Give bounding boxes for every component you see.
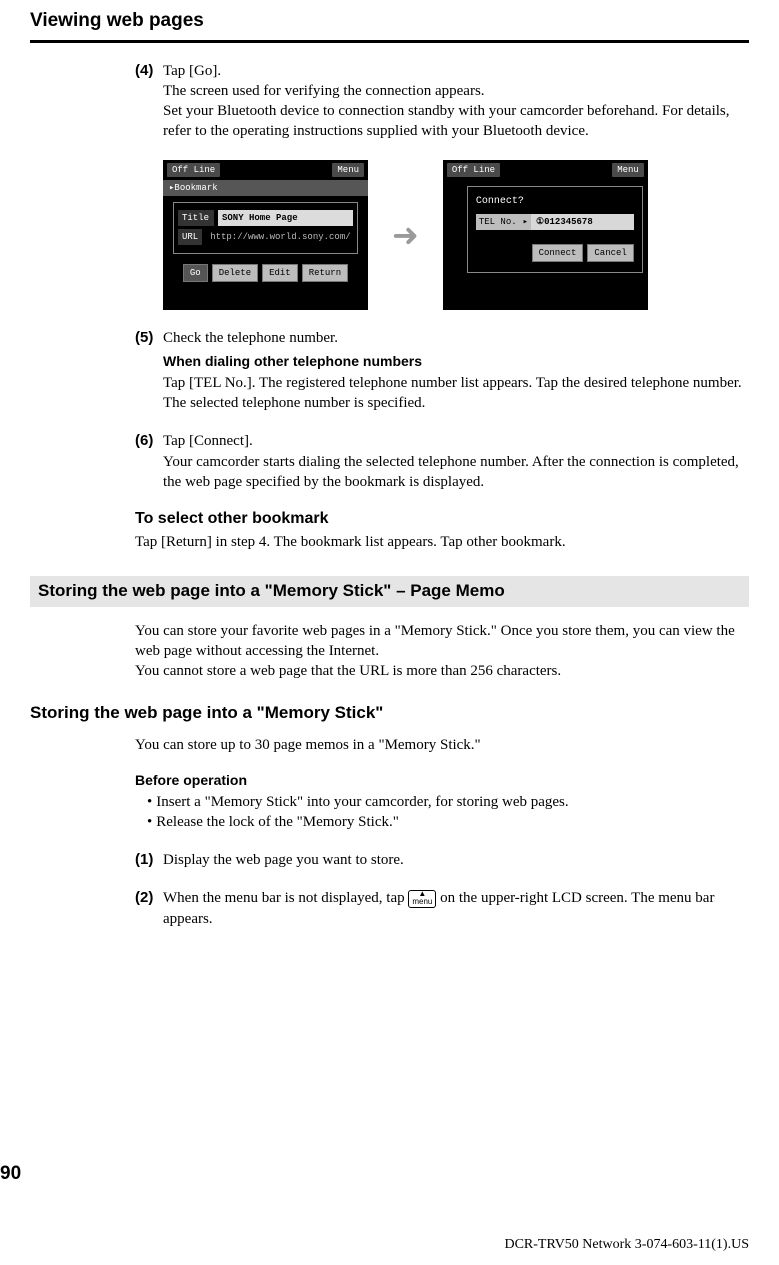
intro-line2: You cannot store a web page that the URL… <box>135 663 561 679</box>
title-value: SONY Home Page <box>218 210 353 226</box>
bookmark-buttons: Go Delete Edit Return <box>163 264 368 282</box>
page-number: 90 <box>0 1161 21 1187</box>
body: (4) Tap [Go]. The screen used for verify… <box>135 61 749 552</box>
step5-line2: Tap [TEL No.]. The registered telephone … <box>163 375 742 411</box>
url-label: URL <box>178 229 202 245</box>
section-intro: You can store your favorite web pages in… <box>135 621 749 682</box>
step6-line1: Tap [Connect]. <box>163 433 253 449</box>
limit-text: You can store up to 30 page memos in a "… <box>135 735 749 755</box>
step-5: (5) Check the telephone number. When dia… <box>135 328 749 414</box>
select-other-text: Tap [Return] in step 4. The bookmark lis… <box>135 532 749 552</box>
edit-button: Edit <box>262 264 298 282</box>
lcd-connect-screen: Off Line Menu Connect? TEL No. ▸ ①012345… <box>443 160 648 310</box>
bookmark-header: ▸Bookmark <box>163 180 368 196</box>
step6-line2: Your camcorder starts dialing the select… <box>163 454 739 490</box>
title-label: Title <box>178 210 214 226</box>
step-num-5: (5) <box>135 328 163 414</box>
page: Viewing web pages (4) Tap [Go]. The scre… <box>0 0 779 1265</box>
connect-button: Connect <box>532 244 584 262</box>
step-num-b2: (2) <box>135 888 163 929</box>
title-row: Title SONY Home Page <box>178 210 353 226</box>
intro-line1: You can store your favorite web pages in… <box>135 623 735 659</box>
storing-subhead: Storing the web page into a "Memory Stic… <box>30 702 749 725</box>
before-op-heading: Before operation <box>135 771 749 790</box>
step-num-6: (6) <box>135 431 163 492</box>
url-row: URL http://www.world.sony.com/ <box>178 229 353 245</box>
bullet-1: Insert a "Memory Stick" into your camcor… <box>147 792 749 812</box>
chapter-title: Viewing web pages <box>30 8 749 34</box>
lcd-bookmark-screen: Off Line Menu ▸Bookmark Title SONY Home … <box>163 160 368 310</box>
status-offline: Off Line <box>167 163 220 177</box>
bookmark-box: Title SONY Home Page URL http://www.worl… <box>173 202 358 254</box>
delete-button: Delete <box>212 264 258 282</box>
lcd-figures: Off Line Menu ▸Bookmark Title SONY Home … <box>163 160 749 310</box>
step-b1-text: Display the web page you want to store. <box>163 850 749 870</box>
arrow-right-icon: ➜ <box>392 219 419 251</box>
tel-label: TEL No. <box>476 214 520 230</box>
go-button: Go <box>183 264 208 282</box>
step4-line3: Set your Bluetooth device to connection … <box>163 103 730 139</box>
menu-chip-2: Menu <box>612 163 644 177</box>
step5-line1: Check the telephone number. <box>163 330 338 346</box>
menu-chip: Menu <box>332 163 364 177</box>
section-bar-page-memo: Storing the web page into a "Memory Stic… <box>30 576 749 607</box>
step-5-text: Check the telephone number. When dialing… <box>163 328 749 414</box>
step-4: (4) Tap [Go]. The screen used for verify… <box>135 61 749 142</box>
title-rule <box>30 40 749 43</box>
tel-value: ①012345678 <box>531 214 634 230</box>
storing-body: You can store up to 30 page memos in a "… <box>135 735 749 929</box>
url-value: http://www.world.sony.com/ <box>206 229 354 245</box>
tel-row: TEL No. ▸ ①012345678 <box>476 214 634 230</box>
step-num-b1: (1) <box>135 850 163 870</box>
connect-q: Connect? <box>476 195 634 209</box>
status-offline-2: Off Line <box>447 163 500 177</box>
footer: DCR-TRV50 Network 3-074-603-11(1).US <box>504 1236 749 1255</box>
step5-subhead: When dialing other telephone numbers <box>163 352 749 371</box>
return-button: Return <box>302 264 348 282</box>
select-other-heading: To select other bookmark <box>135 508 749 530</box>
step-b2-text-a: When the menu bar is not displayed, tap <box>163 890 408 906</box>
step-b2: (2) When the menu bar is not displayed, … <box>135 888 749 929</box>
step-num-4: (4) <box>135 61 163 142</box>
menu-chip-icon: ▲ menu <box>408 890 436 908</box>
step4-line2: The screen used for verifying the connec… <box>163 83 485 99</box>
dialog-buttons: Connect Cancel <box>476 244 634 262</box>
cancel-button: Cancel <box>587 244 633 262</box>
before-op-list: Insert a "Memory Stick" into your camcor… <box>135 792 749 833</box>
step-6: (6) Tap [Connect]. Your camcorder starts… <box>135 431 749 492</box>
step-b1: (1) Display the web page you want to sto… <box>135 850 749 870</box>
step4-line1: Tap [Go]. <box>163 63 221 79</box>
menu-chip-label: menu <box>412 897 432 906</box>
bullet-2: Release the lock of the "Memory Stick." <box>147 812 749 832</box>
tel-arrow-icon: ▸ <box>520 214 531 230</box>
step-4-text: Tap [Go]. The screen used for verifying … <box>163 61 749 142</box>
lcd2-top-bar: Off Line Menu <box>443 160 648 180</box>
step-b2-text: When the menu bar is not displayed, tap … <box>163 888 749 929</box>
step-6-text: Tap [Connect]. Your camcorder starts dia… <box>163 431 749 492</box>
connect-dialog: Connect? TEL No. ▸ ①012345678 Connect Ca… <box>467 186 643 274</box>
lcd-top-bar: Off Line Menu <box>163 160 368 180</box>
